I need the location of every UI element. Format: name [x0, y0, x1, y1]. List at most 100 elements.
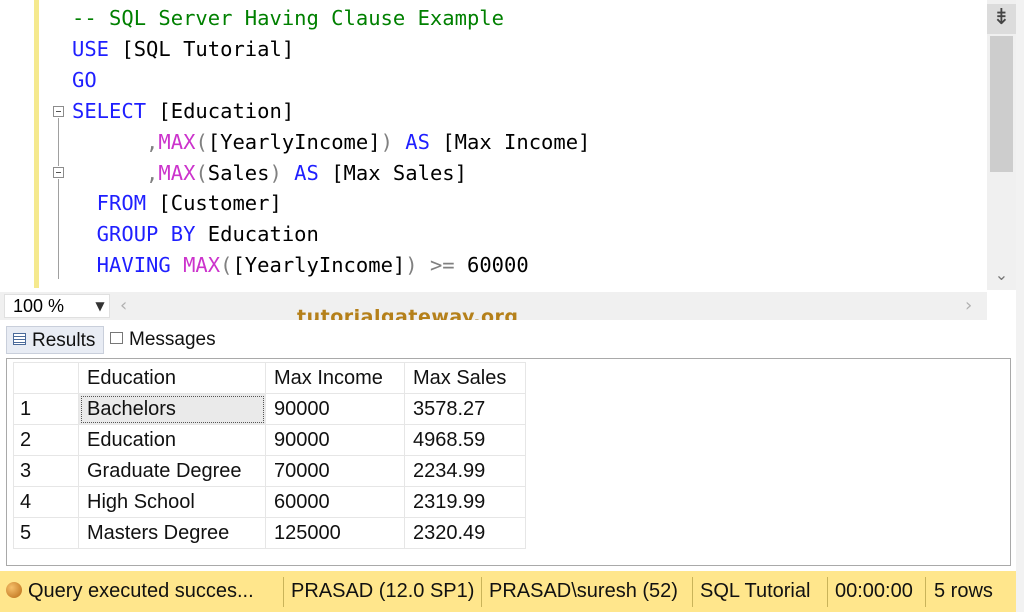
code-token: MAX — [158, 130, 196, 154]
code-token: [SQL Tutorial] — [121, 37, 295, 61]
scroll-down-icon[interactable]: ⌄ — [990, 265, 1013, 285]
code-token: , — [72, 130, 159, 154]
code-token: ) — [380, 130, 393, 154]
code-token: AS — [281, 161, 332, 185]
code-token: ) — [269, 161, 282, 185]
code-token: [YearlyIncome] — [232, 253, 406, 277]
collapse-select-icon[interactable] — [53, 106, 64, 117]
table-row[interactable]: 4 High School 60000 2319.99 — [13, 486, 526, 518]
scroll-left-icon[interactable]: ‹ — [120, 294, 127, 318]
status-rows: 5 rows — [934, 580, 993, 602]
code-token: MAX — [158, 161, 196, 185]
code-token: Education — [207, 222, 319, 246]
query-editor[interactable]: -- SQL Server Having Clause Example USE … — [0, 0, 1024, 292]
status-divider — [481, 577, 482, 607]
cell-max-income[interactable]: 70000 — [265, 455, 405, 487]
code-token: [Customer] — [158, 191, 282, 215]
cell-max-income[interactable]: 60000 — [265, 486, 405, 518]
cell-max-income[interactable]: 90000 — [265, 393, 405, 425]
code-token: AS — [392, 130, 443, 154]
header-row: Education Max Income Max Sales — [13, 362, 526, 394]
cell-max-sales[interactable]: 4968.59 — [404, 424, 526, 456]
collapse-block-icon[interactable] — [53, 167, 64, 178]
code-token: [Max Income] — [442, 130, 591, 154]
code-token: GO — [72, 68, 97, 92]
scroll-right-icon[interactable]: › — [965, 294, 972, 318]
status-elapsed: 00:00:00 — [835, 580, 913, 602]
cell-education[interactable]: High School — [78, 486, 266, 518]
code-line-2[interactable]: USE [SQL Tutorial] — [72, 34, 294, 65]
code-line-6[interactable]: ,MAX(Sales) AS [Max Sales] — [72, 158, 467, 189]
cell-max-income[interactable]: 90000 — [265, 424, 405, 456]
table-row[interactable]: 5 Masters Degree 125000 2320.49 — [13, 517, 526, 549]
code-token: 60000 — [466, 253, 529, 277]
tab-results-label: Results — [32, 330, 96, 351]
status-bar: Query executed succes... PRASAD (12.0 SP… — [0, 571, 1016, 612]
tab-messages-label: Messages — [129, 329, 216, 350]
row-number[interactable]: 4 — [13, 486, 79, 518]
column-header-education[interactable]: Education — [78, 362, 266, 394]
tab-messages[interactable]: Messages — [104, 326, 226, 354]
table-row[interactable]: 1 Bachelors 90000 3578.27 — [13, 393, 526, 425]
status-divider — [692, 577, 693, 607]
code-token: [Education] — [158, 99, 295, 123]
code-token: ( — [195, 130, 208, 154]
cell-education[interactable]: Graduate Degree — [78, 455, 266, 487]
scrollbar-thumb[interactable] — [990, 36, 1013, 172]
column-header-max-income[interactable]: Max Income — [265, 362, 405, 394]
changed-lines-marker — [34, 0, 39, 288]
chevron-down-icon[interactable]: ▼ — [92, 294, 108, 318]
code-token: , — [72, 161, 159, 185]
tab-results[interactable]: Results — [6, 326, 104, 354]
code-token: Sales — [207, 161, 270, 185]
fold-guide — [58, 118, 59, 166]
row-number[interactable]: 2 — [13, 424, 79, 456]
code-token: SELECT — [72, 99, 159, 123]
code-token: GROUP BY — [72, 222, 208, 246]
cell-max-sales[interactable]: 2319.99 — [404, 486, 526, 518]
table-row[interactable]: 3 Graduate Degree 70000 2234.99 — [13, 455, 526, 487]
status-divider — [925, 577, 926, 607]
cell-education[interactable]: Education — [78, 424, 266, 456]
code-line-8[interactable]: GROUP BY Education — [72, 219, 319, 250]
query-success-icon — [6, 582, 22, 598]
split-window-icon[interactable]: ⇟ — [987, 4, 1016, 34]
status-message: Query executed succes... — [28, 580, 254, 602]
message-icon — [110, 331, 123, 344]
code-token: FROM — [72, 191, 159, 215]
code-token: ( — [195, 161, 208, 185]
cell-max-sales[interactable]: 2320.49 — [404, 517, 526, 549]
code-token: USE — [72, 37, 122, 61]
code-token: -- SQL Server Having Clause Example — [72, 6, 504, 30]
code-line-1[interactable]: -- SQL Server Having Clause Example — [72, 3, 504, 34]
status-server: PRASAD (12.0 SP1) — [291, 580, 475, 602]
status-divider — [827, 577, 828, 607]
code-line-3[interactable]: GO — [72, 65, 97, 96]
code-line-7[interactable]: FROM [Customer] — [72, 188, 282, 219]
cell-max-sales[interactable]: 3578.27 — [404, 393, 526, 425]
code-token: ) >= — [405, 253, 467, 277]
status-database: SQL Tutorial — [700, 580, 811, 602]
cell-education[interactable]: Masters Degree — [78, 517, 266, 549]
code-token: HAVING — [72, 253, 184, 277]
cell-max-sales[interactable]: 2234.99 — [404, 455, 526, 487]
code-token: MAX — [183, 253, 221, 277]
code-line-9[interactable]: HAVING MAX([YearlyIncome]) >= 60000 — [72, 250, 529, 281]
status-divider — [283, 577, 284, 607]
code-token: [Max Sales] — [331, 161, 467, 185]
cell-education[interactable]: Bachelors — [78, 393, 266, 425]
row-number-header[interactable] — [13, 362, 79, 394]
window-border — [1016, 0, 1024, 612]
grid-icon — [13, 332, 26, 345]
fold-guide — [58, 179, 59, 279]
column-header-max-sales[interactable]: Max Sales — [404, 362, 526, 394]
row-number[interactable]: 1 — [13, 393, 79, 425]
results-table[interactable]: Education Max Income Max Sales 1 Bachelo… — [13, 362, 526, 549]
row-number[interactable]: 5 — [13, 517, 79, 549]
row-number[interactable]: 3 — [13, 455, 79, 487]
table-row[interactable]: 2 Education 90000 4968.59 — [13, 424, 526, 456]
cell-max-income[interactable]: 125000 — [265, 517, 405, 549]
code-token: ( — [220, 253, 233, 277]
code-line-5[interactable]: ,MAX([YearlyIncome]) AS [Max Income] — [72, 127, 590, 158]
code-line-4[interactable]: SELECT [Education] — [72, 96, 294, 127]
